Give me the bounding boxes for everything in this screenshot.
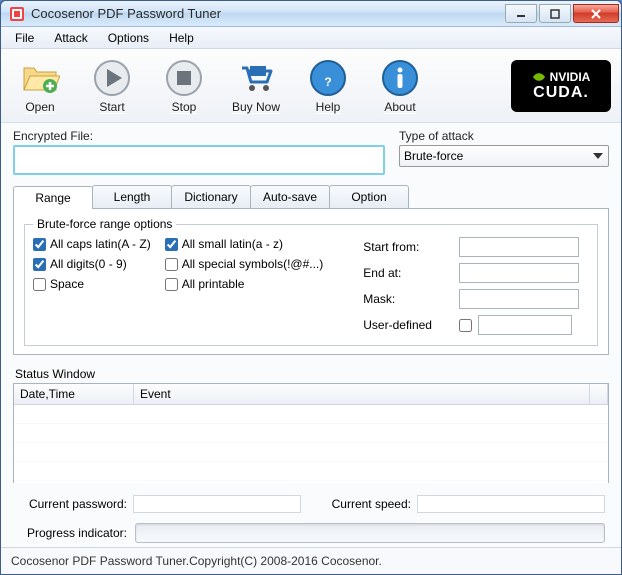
current-password-label: Current password: <box>17 497 127 511</box>
stop-label: Stop <box>172 100 197 114</box>
start-from-label: Start from: <box>363 237 453 257</box>
buy-now-button[interactable]: Buy Now <box>227 58 285 114</box>
user-defined-label: User-defined <box>363 315 453 335</box>
tab-option[interactable]: Option <box>329 185 409 208</box>
minimize-button[interactable] <box>505 4 537 23</box>
titlebar: Cocosenor PDF Password Tuner <box>1 1 621 27</box>
menu-file[interactable]: File <box>5 27 44 48</box>
tab-length[interactable]: Length <box>92 185 172 208</box>
checkbox-all-caps-label: All caps latin(A - Z) <box>50 237 151 251</box>
svg-text:?: ? <box>324 75 331 89</box>
tab-range[interactable]: Range <box>13 186 93 209</box>
user-defined-input[interactable] <box>478 315 572 335</box>
user-defined-checkbox[interactable] <box>459 319 472 332</box>
menu-attack[interactable]: Attack <box>44 27 97 48</box>
start-label: Start <box>99 100 124 114</box>
menu-help[interactable]: Help <box>159 27 204 48</box>
client-area: Encrypted File: Type of attack Brute-for… <box>1 123 621 547</box>
folder-open-icon <box>20 58 60 98</box>
start-from-input[interactable] <box>459 237 579 257</box>
checkbox-all-caps-input[interactable] <box>33 238 46 251</box>
progress-bar <box>135 523 605 543</box>
checkbox-space-input[interactable] <box>33 278 46 291</box>
checkbox-all-small-label: All small latin(a - z) <box>182 237 283 251</box>
checkbox-space[interactable]: Space <box>33 277 151 291</box>
menu-options[interactable]: Options <box>98 27 159 48</box>
window-controls <box>505 4 619 23</box>
menubar: File Attack Options Help <box>1 27 621 49</box>
checkbox-all-printable[interactable]: All printable <box>165 277 324 291</box>
cuda-text: CUDA. <box>533 84 589 102</box>
checkbox-all-digits-label: All digits(0 - 9) <box>50 257 127 271</box>
checkbox-all-printable-label: All printable <box>182 277 245 291</box>
info-icon <box>380 58 420 98</box>
help-icon: ? <box>308 58 348 98</box>
about-label: About <box>384 100 415 114</box>
cuda-badge: NVIDIA CUDA. <box>511 60 611 112</box>
nvidia-text: NVIDIA <box>550 70 591 84</box>
cart-icon <box>236 58 276 98</box>
progress-label: Progress indicator: <box>17 526 127 540</box>
checkbox-all-digits[interactable]: All digits(0 - 9) <box>33 257 151 271</box>
status-grid-header: Date,Time Event <box>14 384 608 405</box>
chevron-down-icon <box>590 148 606 164</box>
start-button[interactable]: Start <box>83 58 141 114</box>
tab-autosave[interactable]: Auto-save <box>250 185 330 208</box>
checkbox-space-label: Space <box>50 277 84 291</box>
current-speed-label: Current speed: <box>321 497 411 511</box>
open-button[interactable]: Open <box>11 58 69 114</box>
checkbox-all-printable-input[interactable] <box>165 278 178 291</box>
toolbar: Open Start Stop Buy Now ? Help About NVI… <box>1 49 621 123</box>
window-title: Cocosenor PDF Password Tuner <box>31 6 505 21</box>
current-speed-value <box>417 495 605 513</box>
bruteforce-legend: Brute-force range options <box>33 217 176 231</box>
end-at-label: End at: <box>363 263 453 283</box>
column-spacer <box>590 384 608 404</box>
encrypted-file-label: Encrypted File: <box>13 129 385 143</box>
tab-panel-range: Brute-force range options All caps latin… <box>13 208 609 355</box>
open-label: Open <box>25 100 54 114</box>
stop-button[interactable]: Stop <box>155 58 213 114</box>
attack-type-select[interactable]: Brute-force <box>399 145 609 167</box>
help-label: Help <box>316 100 341 114</box>
mask-label: Mask: <box>363 289 453 309</box>
tab-dictionary[interactable]: Dictionary <box>171 185 251 208</box>
current-password-value <box>133 495 301 513</box>
footer-text: Cocosenor PDF Password Tuner.Copyright(C… <box>1 547 621 574</box>
status-grid: Date,Time Event <box>13 383 609 483</box>
close-button[interactable] <box>573 4 619 23</box>
nvidia-eye-icon <box>532 70 546 84</box>
attack-type-label: Type of attack <box>399 129 609 143</box>
column-event[interactable]: Event <box>134 384 590 404</box>
mask-input[interactable] <box>459 289 579 309</box>
help-button[interactable]: ? Help <box>299 58 357 114</box>
checkbox-all-caps[interactable]: All caps latin(A - Z) <box>33 237 151 251</box>
stop-icon <box>164 58 204 98</box>
maximize-button[interactable] <box>539 4 571 23</box>
about-button[interactable]: About <box>371 58 429 114</box>
checkbox-all-small-input[interactable] <box>165 238 178 251</box>
checkbox-all-special-label: All special symbols(!@#...) <box>182 257 324 271</box>
checkbox-all-digits-input[interactable] <box>33 258 46 271</box>
bruteforce-fieldset: Brute-force range options All caps latin… <box>24 217 598 346</box>
encrypted-file-input[interactable] <box>13 145 385 175</box>
status-grid-body[interactable] <box>14 405 608 483</box>
status-window-label: Status Window <box>13 367 609 381</box>
buy-now-label: Buy Now <box>232 100 280 114</box>
column-datetime[interactable]: Date,Time <box>14 384 134 404</box>
nvidia-logo: NVIDIA <box>532 70 591 84</box>
tab-strip: Range Length Dictionary Auto-save Option <box>13 185 609 208</box>
checkbox-all-special-input[interactable] <box>165 258 178 271</box>
app-icon <box>9 6 25 22</box>
play-icon <box>92 58 132 98</box>
checkbox-all-small[interactable]: All small latin(a - z) <box>165 237 324 251</box>
end-at-input[interactable] <box>459 263 579 283</box>
app-window: Cocosenor PDF Password Tuner File Attack… <box>0 0 622 575</box>
checkbox-all-special[interactable]: All special symbols(!@#...) <box>165 257 324 271</box>
